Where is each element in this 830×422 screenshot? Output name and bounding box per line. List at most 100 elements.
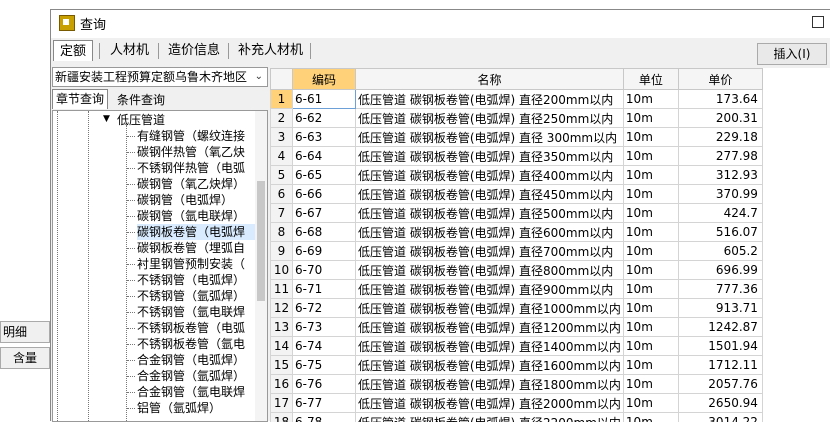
tree-node-child[interactable]: 有缝钢管（螺纹连接	[137, 128, 255, 144]
cell-unit[interactable]: 10m	[623, 394, 678, 413]
tab-supplement-material[interactable]: 补充人材机	[232, 40, 309, 61]
table-row[interactable]: 146-74低压管道 碳钢板卷管(电弧焊) 直径1400mm以内10m1501.…	[271, 337, 763, 356]
cell-price[interactable]: 312.93	[678, 166, 762, 185]
cell-price[interactable]: 605.2	[678, 242, 762, 261]
cell-unit[interactable]: 10m	[623, 318, 678, 337]
table-row[interactable]: 96-69低压管道 碳钢板卷管(电弧焊) 直径700mm以内10m605.2	[271, 242, 763, 261]
cell-price[interactable]: 516.07	[678, 223, 762, 242]
tree-node-child[interactable]: 不锈钢伴热管（电弧	[137, 160, 255, 176]
cell-code[interactable]: 6-62	[293, 109, 356, 128]
chevron-down-icon[interactable]: ⌄	[255, 68, 263, 86]
tree-node-child[interactable]: 不锈钢管（电弧焊）	[137, 272, 255, 288]
tab-labor-material[interactable]: 人材机	[104, 40, 155, 61]
tree-node-child[interactable]: 不锈钢板卷管（氩电	[137, 336, 255, 352]
table-row[interactable]: 86-68低压管道 碳钢板卷管(电弧焊) 直径600mm以内10m516.07	[271, 223, 763, 242]
cell-code[interactable]: 6-64	[293, 147, 356, 166]
table-row[interactable]: 116-71低压管道 碳钢板卷管(电弧焊) 直径900mm以内10m777.36	[271, 280, 763, 299]
cell-name[interactable]: 低压管道 碳钢板卷管(电弧焊) 直径 300mm以内	[356, 128, 624, 147]
cell-name[interactable]: 低压管道 碳钢板卷管(电弧焊) 直径400mm以内	[356, 166, 624, 185]
cell-name[interactable]: 低压管道 碳钢板卷管(电弧焊) 直径600mm以内	[356, 223, 624, 242]
cell-unit[interactable]: 10m	[623, 280, 678, 299]
table-row[interactable]: 136-73低压管道 碳钢板卷管(电弧焊) 直径1200mm以内10m1242.…	[271, 318, 763, 337]
cell-name[interactable]: 低压管道 碳钢板卷管(电弧焊) 直径350mm以内	[356, 147, 624, 166]
tree-node-child[interactable]: 合金钢管（电弧焊）	[137, 352, 255, 368]
cell-price[interactable]: 370.99	[678, 185, 762, 204]
cell-unit[interactable]: 10m	[623, 223, 678, 242]
cell-code[interactable]: 6-65	[293, 166, 356, 185]
cell-price[interactable]: 2057.76	[678, 375, 762, 394]
cell-unit[interactable]: 10m	[623, 147, 678, 166]
cell-name[interactable]: 低压管道 碳钢板卷管(电弧焊) 直径1800mm以内	[356, 375, 624, 394]
cell-unit[interactable]: 10m	[623, 185, 678, 204]
cell-price[interactable]: 1712.11	[678, 356, 762, 375]
cell-name[interactable]: 低压管道 碳钢板卷管(电弧焊) 直径500mm以内	[356, 204, 624, 223]
cell-code[interactable]: 6-67	[293, 204, 356, 223]
tree-node-child[interactable]: 不锈钢管（氩电联焊	[137, 304, 255, 320]
cell-unit[interactable]: 10m	[623, 261, 678, 280]
tree-node-child[interactable]: 合金钢管（氩弧焊）	[137, 368, 255, 384]
cell-price[interactable]: 913.71	[678, 299, 762, 318]
cell-code[interactable]: 6-68	[293, 223, 356, 242]
background-tab-detail[interactable]: 明细	[0, 321, 50, 343]
cell-price[interactable]: 777.36	[678, 280, 762, 299]
table-row[interactable]: 66-66低压管道 碳钢板卷管(电弧焊) 直径450mm以内10m370.99	[271, 185, 763, 204]
header-unit[interactable]: 单位	[623, 69, 678, 90]
header-name[interactable]: 名称	[356, 69, 624, 90]
cell-code[interactable]: 6-77	[293, 394, 356, 413]
tab-quota[interactable]: 定额	[53, 40, 93, 61]
tree-node-child[interactable]: 不锈钢板卷管（电弧	[137, 320, 255, 336]
cell-unit[interactable]: 10m	[623, 128, 678, 147]
tab-condition-search[interactable]: 条件查询	[114, 91, 168, 109]
table-row[interactable]: 46-64低压管道 碳钢板卷管(电弧焊) 直径350mm以内10m277.98	[271, 147, 763, 166]
cell-code[interactable]: 6-76	[293, 375, 356, 394]
table-row[interactable]: 26-62低压管道 碳钢板卷管(电弧焊) 直径250mm以内10m200.31	[271, 109, 763, 128]
cell-price[interactable]: 277.98	[678, 147, 762, 166]
cell-code[interactable]: 6-74	[293, 337, 356, 356]
table-row[interactable]: 176-77低压管道 碳钢板卷管(电弧焊) 直径2000mm以内10m2650.…	[271, 394, 763, 413]
table-row[interactable]: 166-76低压管道 碳钢板卷管(电弧焊) 直径1800mm以内10m2057.…	[271, 375, 763, 394]
tree-node-child[interactable]: 碳钢管（氩电联焊）	[137, 208, 255, 224]
cell-price[interactable]: 229.18	[678, 128, 762, 147]
cell-code[interactable]: 6-71	[293, 280, 356, 299]
cell-price[interactable]: 696.99	[678, 261, 762, 280]
tree-node-child[interactable]: 碳钢伴热管（氧乙炔	[137, 144, 255, 160]
cell-price[interactable]: 173.64	[678, 90, 762, 109]
cell-code[interactable]: 6-73	[293, 318, 356, 337]
cell-code[interactable]: 6-70	[293, 261, 356, 280]
table-row[interactable]: 126-72低压管道 碳钢板卷管(电弧焊) 直径1000mm以内10m913.7…	[271, 299, 763, 318]
tree-node-child[interactable]: 碳钢板卷管（埋弧自	[137, 240, 255, 256]
cell-unit[interactable]: 10m	[623, 90, 678, 109]
cell-code[interactable]: 6-63	[293, 128, 356, 147]
cell-name[interactable]: 低压管道 碳钢板卷管(电弧焊) 直径800mm以内	[356, 261, 624, 280]
table-row[interactable]: 106-70低压管道 碳钢板卷管(电弧焊) 直径800mm以内10m696.99	[271, 261, 763, 280]
cell-name[interactable]: 低压管道 碳钢板卷管(电弧焊) 直径1600mm以内	[356, 356, 624, 375]
cell-price[interactable]: 2650.94	[678, 394, 762, 413]
table-row[interactable]: 156-75低压管道 碳钢板卷管(电弧焊) 直径1600mm以内10m1712.…	[271, 356, 763, 375]
tree-scrollbar[interactable]	[255, 111, 267, 421]
cell-unit[interactable]: 10m	[623, 166, 678, 185]
cell-code[interactable]: 6-61	[293, 90, 356, 109]
tree-node-child[interactable]: 碳钢管（氧乙炔焊）	[137, 176, 255, 192]
cell-unit[interactable]: 10m	[623, 356, 678, 375]
cell-code[interactable]: 6-69	[293, 242, 356, 261]
cell-unit[interactable]: 10m	[623, 375, 678, 394]
cell-unit[interactable]: 10m	[623, 337, 678, 356]
cell-name[interactable]: 低压管道 碳钢板卷管(电弧焊) 直径2000mm以内	[356, 394, 624, 413]
cell-name[interactable]: 低压管道 碳钢板卷管(电弧焊) 直径1400mm以内	[356, 337, 624, 356]
tree-node-child[interactable]: 碳钢板卷管（电弧焊	[137, 224, 255, 240]
cell-price[interactable]: 424.7	[678, 204, 762, 223]
quota-library-select[interactable]: 新疆安装工程预算定额乌鲁木齐地区 ⌄	[52, 67, 268, 87]
insert-button[interactable]: 插入(I)	[757, 43, 827, 65]
cell-name[interactable]: 低压管道 碳钢板卷管(电弧焊) 直径450mm以内	[356, 185, 624, 204]
table-row[interactable]: 16-61低压管道 碳钢板卷管(电弧焊) 直径200mm以内10m173.64	[271, 90, 763, 109]
cell-unit[interactable]: 10m	[623, 204, 678, 223]
tree-node-child[interactable]: 衬里钢管预制安装（	[137, 256, 255, 272]
cell-name[interactable]: 低压管道 碳钢板卷管(电弧焊) 直径1000mm以内	[356, 299, 624, 318]
header-code[interactable]: 编码	[293, 69, 356, 90]
cell-unit[interactable]: 10m	[623, 299, 678, 318]
tree-node-child[interactable]: 合金钢管（氩电联焊	[137, 384, 255, 400]
header-price[interactable]: 单价	[678, 69, 762, 90]
cell-price[interactable]: 1501.94	[678, 337, 762, 356]
cell-code[interactable]: 6-66	[293, 185, 356, 204]
cell-name[interactable]: 低压管道 碳钢板卷管(电弧焊) 直径200mm以内	[356, 90, 624, 109]
